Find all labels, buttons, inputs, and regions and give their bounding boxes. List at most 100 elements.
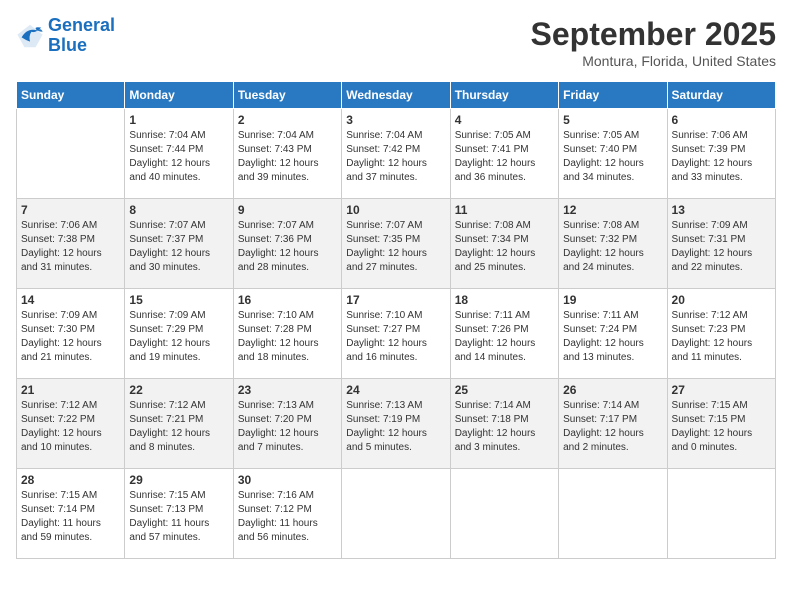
calendar-cell: 8 Sunrise: 7:07 AM Sunset: 7:37 PM Daylig… [125, 199, 233, 289]
day-info: Sunrise: 7:10 AM Sunset: 7:28 PM Dayligh… [238, 309, 337, 365]
calendar-cell: 13Sunrise: 7:09 AM Sunset: 7:31 PM Dayli… [667, 199, 775, 289]
header-cell-thursday: Thursday [450, 82, 558, 109]
calendar-cell: 11 Sunrise: 7:08 AM Sunset: 7:34 PM Dayli… [450, 199, 558, 289]
header-cell-tuesday: Tuesday [233, 82, 341, 109]
day-info: Sunrise: 7:09 AM Sunset: 7:29 PM Dayligh… [129, 309, 228, 365]
day-info: Sunrise: 7:08 AM Sunset: 7:32 PM Dayligh… [563, 219, 662, 275]
calendar-cell: 3 Sunrise: 7:04 AM Sunset: 7:42 PM Daylig… [342, 109, 450, 199]
calendar-cell: 5 Sunrise: 7:05 AM Sunset: 7:40 PM Daylig… [559, 109, 667, 199]
day-number: 29 [129, 473, 228, 487]
day-info: Sunrise: 7:13 AM Sunset: 7:20 PM Dayligh… [238, 399, 337, 455]
calendar-cell: 18 Sunrise: 7:11 AM Sunset: 7:26 PM Dayli… [450, 289, 558, 379]
calendar-cell: 22Sunrise: 7:12 AM Sunset: 7:21 PM Dayli… [125, 379, 233, 469]
day-number: 30 [238, 473, 337, 487]
day-number: 19 [563, 293, 662, 307]
day-info: Sunrise: 7:07 AM Sunset: 7:36 PM Dayligh… [238, 219, 337, 275]
calendar-cell: 12 Sunrise: 7:08 AM Sunset: 7:32 PM Dayli… [559, 199, 667, 289]
calendar-cell [667, 469, 775, 559]
day-number: 22 [129, 383, 228, 397]
header-cell-sunday: Sunday [17, 82, 125, 109]
day-number: 24 [346, 383, 445, 397]
calendar-cell: 15Sunrise: 7:09 AM Sunset: 7:29 PM Dayli… [125, 289, 233, 379]
calendar-cell: 29Sunrise: 7:15 AM Sunset: 7:13 PM Dayli… [125, 469, 233, 559]
logo-line2: Blue [48, 35, 87, 55]
day-info: Sunrise: 7:07 AM Sunset: 7:37 PM Dayligh… [129, 219, 228, 275]
day-number: 1 [129, 113, 228, 127]
calendar-table: SundayMondayTuesdayWednesdayThursdayFrid… [16, 81, 776, 559]
day-info: Sunrise: 7:12 AM Sunset: 7:22 PM Dayligh… [21, 399, 120, 455]
page-header: General Blue September 2025 Montura, Flo… [16, 16, 776, 69]
day-number: 6 [672, 113, 771, 127]
header-cell-friday: Friday [559, 82, 667, 109]
calendar-cell: 24 Sunrise: 7:13 AM Sunset: 7:19 PM Dayli… [342, 379, 450, 469]
calendar-cell [342, 469, 450, 559]
day-number: 9 [238, 203, 337, 217]
calendar-week-4: 28 Sunrise: 7:15 AM Sunset: 7:14 PM Dayli… [17, 469, 776, 559]
day-info: Sunrise: 7:11 AM Sunset: 7:26 PM Dayligh… [455, 309, 554, 365]
header-row: SundayMondayTuesdayWednesdayThursdayFrid… [17, 82, 776, 109]
day-number: 27 [672, 383, 771, 397]
day-info: Sunrise: 7:13 AM Sunset: 7:19 PM Dayligh… [346, 399, 445, 455]
calendar-cell: 6 Sunrise: 7:06 AM Sunset: 7:39 PM Daylig… [667, 109, 775, 199]
day-info: Sunrise: 7:14 AM Sunset: 7:17 PM Dayligh… [563, 399, 662, 455]
day-info: Sunrise: 7:15 AM Sunset: 7:15 PM Dayligh… [672, 399, 771, 455]
calendar-cell: 4Sunrise: 7:05 AM Sunset: 7:41 PM Daylig… [450, 109, 558, 199]
day-number: 25 [455, 383, 554, 397]
day-number: 28 [21, 473, 120, 487]
calendar-cell: 20 Sunrise: 7:12 AM Sunset: 7:23 PM Dayli… [667, 289, 775, 379]
calendar-cell: 1 Sunrise: 7:04 AM Sunset: 7:44 PM Daylig… [125, 109, 233, 199]
day-number: 20 [672, 293, 771, 307]
logo-icon [16, 22, 44, 50]
day-info: Sunrise: 7:06 AM Sunset: 7:39 PM Dayligh… [672, 129, 771, 185]
calendar-title: September 2025 [531, 16, 776, 53]
calendar-cell: 27 Sunrise: 7:15 AM Sunset: 7:15 PM Dayli… [667, 379, 775, 469]
day-number: 16 [238, 293, 337, 307]
calendar-body: 1 Sunrise: 7:04 AM Sunset: 7:44 PM Daylig… [17, 109, 776, 559]
day-number: 12 [563, 203, 662, 217]
calendar-cell: 21 Sunrise: 7:12 AM Sunset: 7:22 PM Dayli… [17, 379, 125, 469]
day-number: 21 [21, 383, 120, 397]
day-number: 5 [563, 113, 662, 127]
day-number: 8 [129, 203, 228, 217]
day-number: 10 [346, 203, 445, 217]
day-number: 7 [21, 203, 120, 217]
header-cell-wednesday: Wednesday [342, 82, 450, 109]
calendar-cell: 10Sunrise: 7:07 AM Sunset: 7:35 PM Dayli… [342, 199, 450, 289]
calendar-cell: 9 Sunrise: 7:07 AM Sunset: 7:36 PM Daylig… [233, 199, 341, 289]
day-info: Sunrise: 7:04 AM Sunset: 7:43 PM Dayligh… [238, 129, 337, 185]
day-number: 2 [238, 113, 337, 127]
calendar-cell: 14Sunrise: 7:09 AM Sunset: 7:30 PM Dayli… [17, 289, 125, 379]
calendar-week-3: 21 Sunrise: 7:12 AM Sunset: 7:22 PM Dayli… [17, 379, 776, 469]
day-info: Sunrise: 7:06 AM Sunset: 7:38 PM Dayligh… [21, 219, 120, 275]
logo: General Blue [16, 16, 115, 56]
day-info: Sunrise: 7:09 AM Sunset: 7:30 PM Dayligh… [21, 309, 120, 365]
day-info: Sunrise: 7:04 AM Sunset: 7:42 PM Dayligh… [346, 129, 445, 185]
calendar-cell: 25 Sunrise: 7:14 AM Sunset: 7:18 PM Dayli… [450, 379, 558, 469]
day-info: Sunrise: 7:15 AM Sunset: 7:14 PM Dayligh… [21, 489, 120, 545]
day-info: Sunrise: 7:04 AM Sunset: 7:44 PM Dayligh… [129, 129, 228, 185]
day-number: 11 [455, 203, 554, 217]
calendar-week-2: 14Sunrise: 7:09 AM Sunset: 7:30 PM Dayli… [17, 289, 776, 379]
calendar-cell: 16 Sunrise: 7:10 AM Sunset: 7:28 PM Dayli… [233, 289, 341, 379]
calendar-cell: 30Sunrise: 7:16 AM Sunset: 7:12 PM Dayli… [233, 469, 341, 559]
day-info: Sunrise: 7:12 AM Sunset: 7:23 PM Dayligh… [672, 309, 771, 365]
day-info: Sunrise: 7:14 AM Sunset: 7:18 PM Dayligh… [455, 399, 554, 455]
day-info: Sunrise: 7:11 AM Sunset: 7:24 PM Dayligh… [563, 309, 662, 365]
day-number: 13 [672, 203, 771, 217]
day-number: 17 [346, 293, 445, 307]
calendar-cell [17, 109, 125, 199]
day-number: 18 [455, 293, 554, 307]
day-number: 23 [238, 383, 337, 397]
day-info: Sunrise: 7:10 AM Sunset: 7:27 PM Dayligh… [346, 309, 445, 365]
day-info: Sunrise: 7:05 AM Sunset: 7:40 PM Dayligh… [563, 129, 662, 185]
calendar-cell: 7 Sunrise: 7:06 AM Sunset: 7:38 PM Daylig… [17, 199, 125, 289]
calendar-header: SundayMondayTuesdayWednesdayThursdayFrid… [17, 82, 776, 109]
calendar-cell: 23 Sunrise: 7:13 AM Sunset: 7:20 PM Dayli… [233, 379, 341, 469]
calendar-week-0: 1 Sunrise: 7:04 AM Sunset: 7:44 PM Daylig… [17, 109, 776, 199]
header-cell-monday: Monday [125, 82, 233, 109]
day-info: Sunrise: 7:08 AM Sunset: 7:34 PM Dayligh… [455, 219, 554, 275]
day-number: 3 [346, 113, 445, 127]
title-block: September 2025 Montura, Florida, United … [531, 16, 776, 69]
calendar-week-1: 7 Sunrise: 7:06 AM Sunset: 7:38 PM Daylig… [17, 199, 776, 289]
calendar-cell: 26Sunrise: 7:14 AM Sunset: 7:17 PM Dayli… [559, 379, 667, 469]
